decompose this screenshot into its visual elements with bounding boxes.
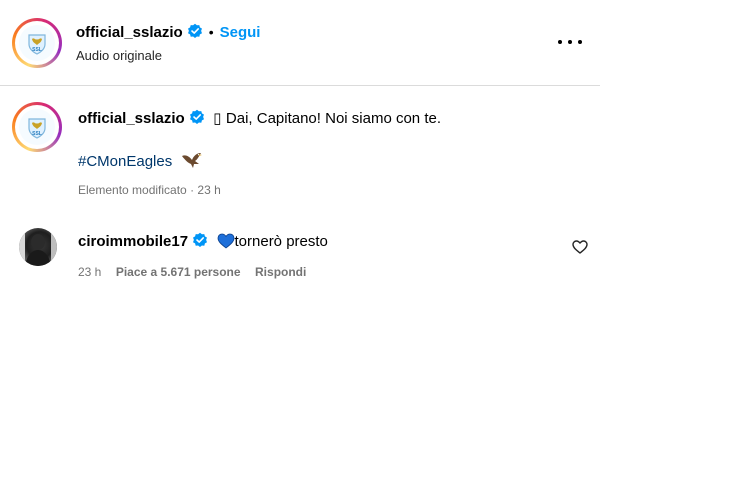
caption-time[interactable]: 23 h xyxy=(197,183,220,197)
eagle-emoji-icon xyxy=(181,152,203,175)
header-title-row: official_sslazio • Segui xyxy=(76,23,260,44)
post-panel: SSL official_sslazio • Segui Audio origina… xyxy=(0,0,600,480)
comment-meta: 23 h Piace a 5.671 persone Rispondi xyxy=(78,263,306,281)
more-options-icon[interactable] xyxy=(558,34,582,50)
blue-heart-emoji-icon xyxy=(217,233,235,254)
caption-text: Dai, Capitano! Noi siamo con te. xyxy=(225,110,441,127)
follow-button[interactable]: Segui xyxy=(220,24,261,41)
header-separator: • xyxy=(208,24,214,40)
comment-text-row: ciroimmobile17 tornerò presto xyxy=(78,232,328,254)
svg-text:SSL: SSL xyxy=(32,47,42,53)
edited-label: Elemento modificato xyxy=(78,183,187,197)
like-comment-heart-icon[interactable] xyxy=(572,240,588,259)
verified-badge-icon xyxy=(187,23,203,44)
caption-username[interactable]: official_sslazio xyxy=(78,110,185,127)
comment-text: tornerò presto xyxy=(234,233,328,250)
comment-username[interactable]: ciroimmobile17 xyxy=(78,233,188,250)
caption-avatar[interactable]: SSL xyxy=(12,102,62,152)
verified-badge-icon xyxy=(189,109,205,130)
reply-button[interactable]: Rispondi xyxy=(255,265,306,279)
post-header: SSL official_sslazio • Segui Audio origina… xyxy=(0,0,600,86)
caption-text-row: official_sslazio ▯ Dai, Capitano! Noi si… xyxy=(78,109,441,130)
missing-emoji-glyph: ▯ xyxy=(213,110,222,127)
hashtag-row: #CMonEagles xyxy=(78,152,203,175)
audio-label[interactable]: Audio originale xyxy=(76,48,162,63)
profile-avatar[interactable]: SSL xyxy=(12,18,62,68)
lazio-logo-icon: SSL xyxy=(19,109,55,145)
caption-meta: Elemento modificato · 23 h xyxy=(78,183,221,197)
meta-separator: · xyxy=(190,183,195,197)
lazio-logo-icon: SSL xyxy=(19,25,55,61)
comment-likes-link[interactable]: Piace a 5.671 persone xyxy=(116,265,241,279)
verified-badge-icon xyxy=(192,232,208,253)
comment-time[interactable]: 23 h xyxy=(78,265,101,279)
header-username[interactable]: official_sslazio xyxy=(76,24,183,41)
hashtag-link[interactable]: #CMonEagles xyxy=(78,153,172,170)
commenter-avatar[interactable] xyxy=(19,228,57,266)
svg-text:SSL: SSL xyxy=(32,131,42,137)
